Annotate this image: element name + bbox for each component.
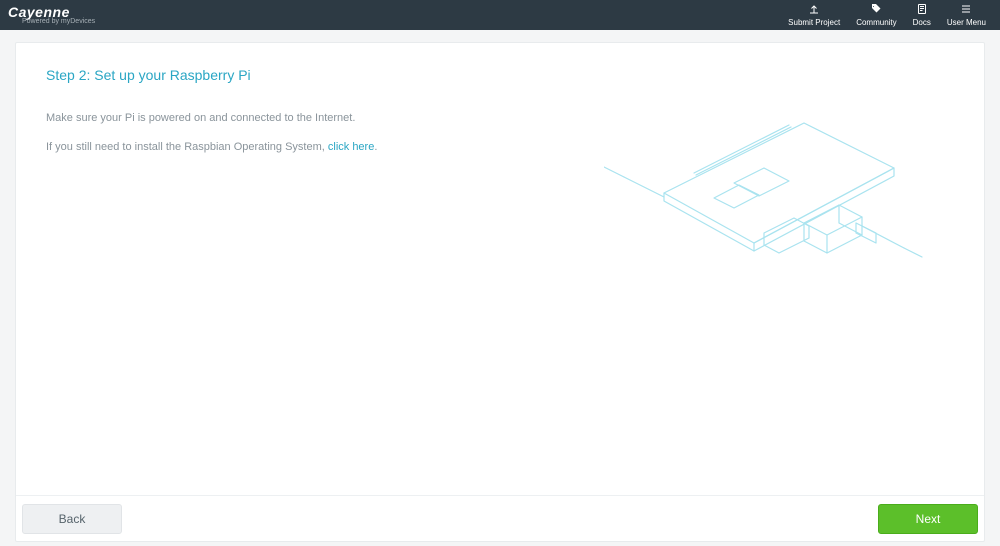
instruction-line-2: If you still need to install the Raspbia… xyxy=(46,140,466,155)
instruction-line-1: Make sure your Pi is powered on and conn… xyxy=(46,111,466,126)
raspberry-pi-illustration xyxy=(604,73,924,283)
next-button[interactable]: Next xyxy=(878,504,978,534)
nav-label: Submit Project xyxy=(788,19,840,28)
instruction-line-2-prefix: If you still need to install the Raspbia… xyxy=(46,141,328,153)
card-footer: Back Next xyxy=(16,495,984,541)
nav-label: Community xyxy=(856,19,896,28)
upload-icon xyxy=(808,3,820,19)
top-nav: Submit Project Community Docs User Menu xyxy=(782,3,992,28)
docs-icon xyxy=(916,3,928,19)
instruction-line-2-suffix: . xyxy=(374,141,377,153)
install-raspbian-link[interactable]: click here xyxy=(328,141,374,153)
nav-submit-project[interactable]: Submit Project xyxy=(782,3,846,28)
nav-label: User Menu xyxy=(947,19,986,28)
back-button[interactable]: Back xyxy=(22,504,122,534)
tag-icon xyxy=(870,3,882,19)
nav-community[interactable]: Community xyxy=(850,3,902,28)
nav-user-menu[interactable]: User Menu xyxy=(941,3,992,28)
nav-docs[interactable]: Docs xyxy=(907,3,937,28)
setup-card: Step 2: Set up your Raspberry Pi Make su… xyxy=(15,42,985,542)
topbar: Cayenne Powered by myDevices Submit Proj… xyxy=(0,0,1000,30)
brand-name: Cayenne xyxy=(8,5,95,19)
card-content: Step 2: Set up your Raspberry Pi Make su… xyxy=(16,43,984,483)
brand-tagline: Powered by myDevices xyxy=(22,18,95,25)
nav-label: Docs xyxy=(913,19,931,28)
brand-block: Cayenne Powered by myDevices xyxy=(8,5,95,25)
menu-icon xyxy=(960,3,972,19)
